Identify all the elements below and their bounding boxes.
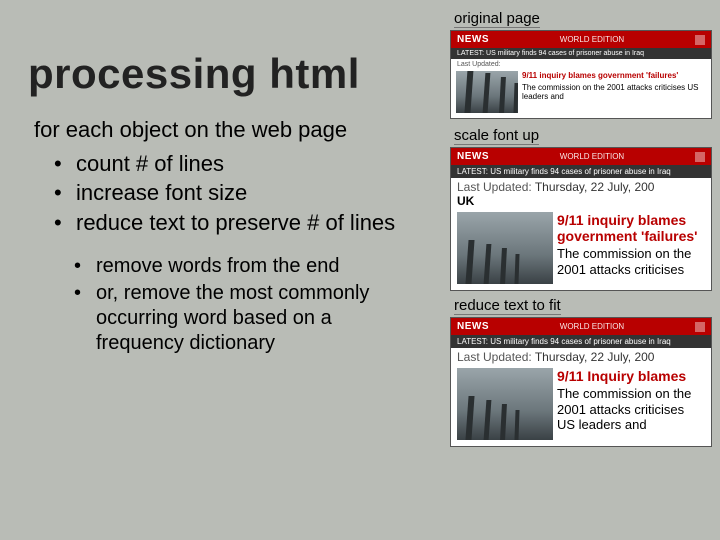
sample-image <box>457 212 553 284</box>
edition-text: WORLD EDITION <box>560 152 624 161</box>
last-updated-label: Last Updated: <box>457 180 532 194</box>
story-headline: 9/11 Inquiry blames <box>557 368 705 384</box>
story-copy: The commission on the 2001 attacks criti… <box>557 386 705 433</box>
sample-header: NEWS WORLD EDITION <box>451 31 711 48</box>
header-square-icon <box>695 322 705 332</box>
example-reduced: reduce text to fit NEWS WORLD EDITION LA… <box>450 297 720 447</box>
sub-bullet-item: or, remove the most commonly occurring w… <box>74 281 414 356</box>
bullet-item: increase font size <box>54 179 414 207</box>
bullet-item: count # of lines <box>54 150 414 178</box>
edition-text: WORLD EDITION <box>560 35 624 44</box>
sample-body: 9/11 Inquiry blames The commission on th… <box>451 364 711 446</box>
latest-bar: LATEST: US military finds 94 cases of pr… <box>451 165 711 178</box>
sample-header: NEWS WORLD EDITION <box>451 318 711 335</box>
slide: processing html for each object on the w… <box>0 0 720 540</box>
brand-text: NEWS <box>457 34 489 45</box>
header-square-icon <box>695 152 705 162</box>
sample-image <box>457 368 553 440</box>
bullet-item: reduce text to preserve # of lines <box>54 209 414 237</box>
slide-body: for each object on the web page count # … <box>34 116 414 356</box>
header-square-icon <box>695 35 705 45</box>
last-updated-label: Last Updated: <box>457 350 532 364</box>
story-headline: 9/11 inquiry blames government 'failures… <box>557 212 705 244</box>
sample-image <box>456 71 518 113</box>
last-updated: Last Updated: Thursday, 22 July, 200 UK <box>451 178 711 208</box>
bullet-list: count # of lines increase font size redu… <box>54 150 414 237</box>
caption-reduced: reduce text to fit <box>454 297 561 315</box>
caption-original: original page <box>454 10 540 28</box>
example-scaled: scale font up NEWS WORLD EDITION LATEST:… <box>450 127 720 291</box>
sample-body: 9/11 inquiry blames government 'failures… <box>451 68 711 118</box>
brand-text: NEWS <box>457 151 489 162</box>
last-updated: Last Updated: Thursday, 22 July, 200 <box>451 348 711 364</box>
sample-header: NEWS WORLD EDITION <box>451 148 711 165</box>
latest-bar: LATEST: US military finds 94 cases of pr… <box>451 335 711 348</box>
brand-text: NEWS <box>457 321 489 332</box>
edition-text: WORLD EDITION <box>560 322 624 331</box>
example-original: original page NEWS WORLD EDITION LATEST:… <box>450 10 720 119</box>
story-copy: The commission on the 2001 attacks criti… <box>557 246 705 277</box>
examples-column: original page NEWS WORLD EDITION LATEST:… <box>450 10 720 451</box>
country-label: UK <box>457 194 705 208</box>
sample-story: 9/11 Inquiry blames The commission on th… <box>557 368 705 440</box>
sample-body: 9/11 inquiry blames government 'failures… <box>451 208 711 290</box>
sample-story: 9/11 inquiry blames government 'failures… <box>522 71 706 113</box>
last-updated-value: Thursday, 22 July, 200 <box>535 180 655 194</box>
sample-page: NEWS WORLD EDITION LATEST: US military f… <box>450 30 712 119</box>
sample-page: NEWS WORLD EDITION LATEST: US military f… <box>450 147 712 291</box>
last-updated-value: Thursday, 22 July, 200 <box>535 350 655 364</box>
sub-bullet-list: remove words from the end or, remove the… <box>74 254 414 356</box>
sample-story: 9/11 inquiry blames government 'failures… <box>557 212 705 284</box>
sub-bullet-item: remove words from the end <box>74 254 414 279</box>
lead-line: for each object on the web page <box>34 116 414 144</box>
story-copy: The commission on the 2001 attacks criti… <box>522 83 706 102</box>
caption-scaled: scale font up <box>454 127 539 145</box>
sample-page: NEWS WORLD EDITION LATEST: US military f… <box>450 317 712 447</box>
story-headline: 9/11 inquiry blames government 'failures… <box>522 71 706 81</box>
last-updated: Last Updated: <box>451 59 711 68</box>
last-updated-label: Last Updated: <box>457 61 501 68</box>
latest-bar: LATEST: US military finds 94 cases of pr… <box>451 48 711 59</box>
